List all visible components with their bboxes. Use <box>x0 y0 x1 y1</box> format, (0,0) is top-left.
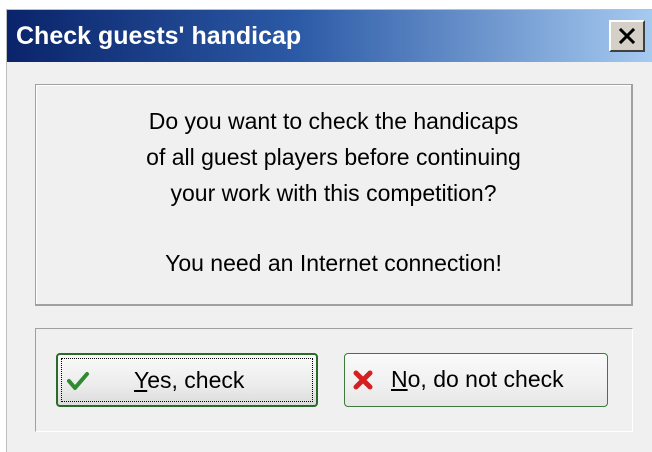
no-do-not-check-label: No, do not check <box>391 366 564 392</box>
yes-check-label: Yes, check <box>134 367 245 393</box>
x-icon <box>353 370 373 390</box>
message-line: your work with this competition? <box>170 180 497 206</box>
internet-warning: You need an Internet connection! <box>165 250 502 276</box>
dialog-title: Check guests' handicap <box>16 22 302 50</box>
message-panel: Do you want to check the handicaps of al… <box>35 84 633 306</box>
button-panel: Yes, check No, do not check <box>35 328 633 432</box>
dialog-window: Check guests' handicap Do you want to ch… <box>6 9 652 452</box>
message-line: Do you want to check the handicaps <box>148 108 519 134</box>
close-button[interactable] <box>609 20 645 52</box>
message-line: of all guest players before continuing <box>146 144 521 170</box>
close-icon <box>619 28 635 44</box>
no-do-not-check-button[interactable]: No, do not check <box>344 353 608 407</box>
checkmark-icon <box>67 372 89 390</box>
yes-check-button[interactable]: Yes, check <box>56 353 318 407</box>
title-bar[interactable]: Check guests' handicap <box>7 10 652 62</box>
